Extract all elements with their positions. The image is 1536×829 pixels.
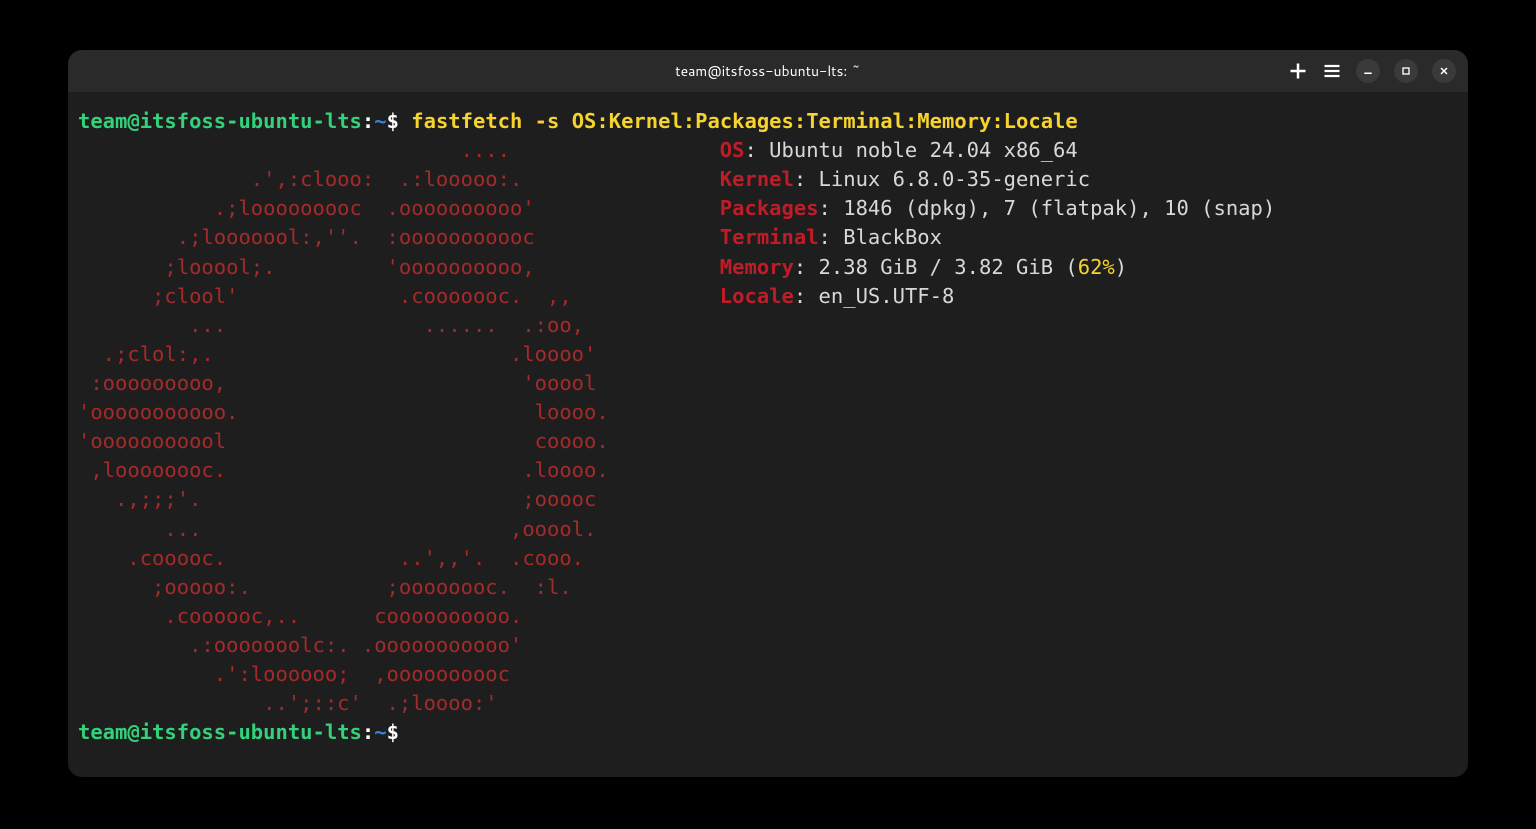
ascii-logo-line: 'ooooooooool coooo. <box>78 429 683 453</box>
fastfetch-output: .... OS: Ubuntu noble 24.04 x86_64 .',:c… <box>78 136 1458 718</box>
prompt-user: team <box>78 109 127 133</box>
command-text: fastfetch -s OS:Kernel:Packages:Terminal… <box>411 109 1077 133</box>
ascii-logo-line: .',:clooo: .:looooo:. <box>78 167 683 191</box>
prompt-host: itsfoss-ubuntu-lts <box>140 109 362 133</box>
prompt-at: @ <box>127 109 139 133</box>
ascii-logo-line: .:ooooooolc:. .ooooooooooo' <box>78 633 683 657</box>
info-key: Kernel <box>720 167 794 191</box>
terminal-window: team@itsfoss-ubuntu-lts: ~ <box>68 50 1468 777</box>
close-button[interactable] <box>1432 59 1456 83</box>
prompt-colon-2: : <box>362 720 374 744</box>
ascii-logo-line: .;clol:,. .loooo' <box>78 342 683 366</box>
ascii-logo-line: 'ooooooooooo. loooo. <box>78 400 683 424</box>
info-key: Locale <box>720 284 794 308</box>
titlebar: team@itsfoss-ubuntu-lts: ~ <box>68 50 1468 92</box>
ascii-logo-line: ;clool' .cooooooc. ,, <box>78 284 683 308</box>
info-value: 2.38 GiB / 3.82 GiB ( <box>819 255 1078 279</box>
prompt-path-2: ~ <box>374 720 386 744</box>
maximize-button[interactable] <box>1394 59 1418 83</box>
ascii-logo-line: ..';::c' .;loooo:' <box>78 691 683 715</box>
prompt-dollar-2: $ <box>387 720 412 744</box>
prompt-dollar: $ <box>387 109 412 133</box>
prompt-user-2: team <box>78 720 127 744</box>
info-value: Ubuntu noble 24.04 x86_64 <box>769 138 1078 162</box>
prompt-host-2: itsfoss-ubuntu-lts <box>140 720 362 744</box>
info-value: 1846 (dpkg), 7 (flatpak), 10 (snap) <box>843 196 1275 220</box>
ascii-logo-line: ;looool;. 'oooooooooo, <box>78 255 683 279</box>
ascii-logo-line: .':loooooo; ,oooooooooc <box>78 662 683 686</box>
ascii-logo-line: :ooooooooo, 'ooool <box>78 371 683 395</box>
window-title: team@itsfoss-ubuntu-lts: ~ <box>675 61 860 81</box>
ascii-logo-line: .... <box>78 138 683 162</box>
info-value: en_US.UTF-8 <box>819 284 955 308</box>
prompt-at-2: @ <box>127 720 139 744</box>
terminal-body[interactable]: team@itsfoss-ubuntu-lts:~$ fastfetch -s … <box>68 92 1468 777</box>
info-value: BlackBox <box>843 225 942 249</box>
ascii-logo-line: .;looooool:,''. :ooooooooooc <box>78 225 683 249</box>
ascii-logo-line: .coooooc,.. coooooooooo. <box>78 604 683 628</box>
ascii-logo-line: ,loooooooc. .loooo. <box>78 458 683 482</box>
ascii-logo-line: ... ...... .:oo, <box>78 313 683 337</box>
ascii-logo-line: ;ooooo:. ;oooooooc. :l. <box>78 575 683 599</box>
ascii-logo-line: .;looooooooc .oooooooooo' <box>78 196 683 220</box>
hamburger-menu-button[interactable] <box>1322 61 1342 81</box>
info-key: Packages <box>720 196 819 220</box>
new-tab-button[interactable] <box>1288 61 1308 81</box>
ascii-logo-line: .cooooc. ..',,'. .cooo. <box>78 546 683 570</box>
info-key: Terminal <box>720 225 819 249</box>
prompt-colon: : <box>362 109 374 133</box>
window-controls <box>1288 59 1456 83</box>
ascii-logo-line: .,;;;'. ;ooooc <box>78 487 683 511</box>
minimize-button[interactable] <box>1356 59 1380 83</box>
info-highlight: 62% <box>1078 255 1115 279</box>
prompt-path: ~ <box>374 109 386 133</box>
info-key: OS <box>720 138 745 162</box>
info-key: Memory <box>720 255 794 279</box>
ascii-logo-line: ... ,ooool. <box>78 517 683 541</box>
info-value: Linux 6.8.0-35-generic <box>819 167 1091 191</box>
